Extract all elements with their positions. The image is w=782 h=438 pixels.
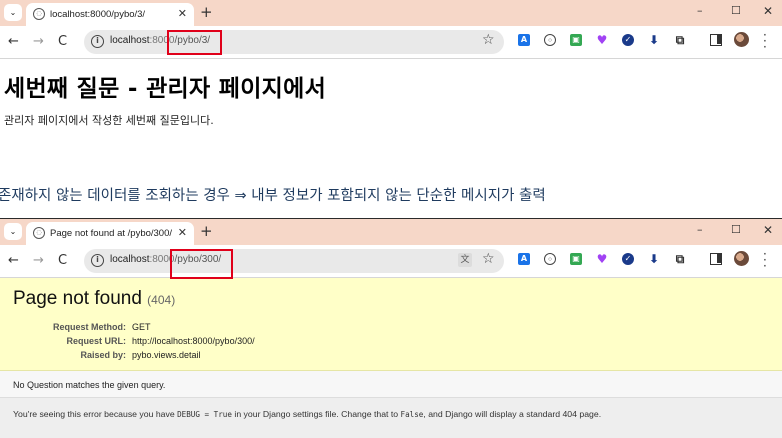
question-title: 세번째 질문 - 관리자 페이지에서 — [4, 76, 327, 102]
tab-search-chevron-icon[interactable]: ⌄ — [4, 4, 22, 21]
request-url-value: http://localhost:8000/pybo/300/ — [132, 336, 255, 346]
extension-download-icon[interactable]: ⬇ — [648, 34, 660, 46]
debug-explanation: You're seeing this error because you hav… — [0, 398, 782, 438]
url-host: localhost — [110, 35, 150, 46]
url-highlight-box — [170, 249, 233, 279]
tab-search-chevron-icon[interactable]: ⌄ — [4, 223, 22, 240]
extension-check-icon[interactable]: ✓ — [622, 34, 634, 46]
minimize-button[interactable]: – — [697, 223, 703, 236]
extension-green-icon[interactable]: ▣ — [570, 253, 582, 265]
tab-title: localhost:8000/pybo/3/ — [50, 9, 146, 20]
tab-strip: ⌄ ◌ localhost:8000/pybo/3/ ✕ + – ☐ ✕ — [0, 0, 782, 26]
question-body: 관리자 페이지에서 작성한 세번째 질문입니다. — [4, 114, 214, 127]
browser-toolbar: ← → C i localhost:8000/pybo/3/ ☆ A ◦ ▣ ♥… — [0, 26, 782, 58]
annotation-caption: 존재하지 않는 데이터를 조회하는 경우 ⇒ 내부 정보가 포함되지 않는 단순… — [0, 188, 546, 204]
maximize-button[interactable]: ☐ — [731, 4, 741, 17]
debug-explanation-text: You're seeing this error because you hav… — [13, 409, 601, 419]
extension-circle-icon[interactable]: ◦ — [544, 34, 556, 46]
tab-title: Page not found at /pybo/300/ — [50, 228, 173, 239]
extension-download-icon[interactable]: ⬇ — [648, 253, 660, 265]
tab-strip: ⌄ ◌ Page not found at /pybo/300/ ✕ + – ☐… — [0, 219, 782, 245]
error-summary-banner: Page not found (404) Request Method: GET… — [0, 278, 782, 371]
profile-avatar[interactable] — [734, 251, 749, 266]
explanation-part-1: You're seeing this error because you hav… — [13, 409, 178, 419]
translate-extension-icon[interactable]: A — [518, 253, 530, 265]
browser-window-2: ⌄ ◌ Page not found at /pybo/300/ ✕ + – ☐… — [0, 219, 782, 438]
url-highlight-box — [167, 30, 222, 55]
extension-circle-icon[interactable]: ◦ — [544, 253, 556, 265]
more-menu-icon[interactable]: · · · — [763, 29, 767, 53]
raised-by-value: pybo.views.detail — [132, 350, 201, 360]
close-tab-icon[interactable]: ✕ — [178, 7, 187, 20]
profile-avatar[interactable] — [734, 32, 749, 47]
forward-arrow-icon[interactable]: → — [33, 253, 44, 268]
request-url-label: Request URL: — [66, 336, 126, 346]
extension-heart-icon[interactable]: ♥ — [596, 34, 608, 46]
explanation-part-3: , and Django will display a standard 404… — [423, 409, 602, 419]
new-tab-button[interactable]: + — [200, 222, 213, 240]
extensions-puzzle-icon[interactable]: ⧉ — [674, 34, 686, 46]
forward-arrow-icon[interactable]: → — [33, 34, 44, 49]
error-title: Page not found (404) — [13, 288, 175, 310]
raised-by-label: Raised by: — [80, 350, 126, 360]
maximize-button[interactable]: ☐ — [731, 223, 741, 236]
side-panel-icon[interactable] — [710, 253, 722, 265]
page-content: 세번째 질문 - 관리자 페이지에서 관리자 페이지에서 작성한 세번째 질문입… — [0, 59, 782, 218]
explanation-part-2: in your Django settings file. Change tha… — [231, 409, 401, 419]
reload-icon[interactable]: C — [58, 34, 67, 49]
back-arrow-icon[interactable]: ← — [8, 253, 19, 268]
extension-green-icon[interactable]: ▣ — [570, 34, 582, 46]
bookmark-star-icon[interactable]: ☆ — [482, 251, 495, 267]
translate-extension-icon[interactable]: A — [518, 34, 530, 46]
error-message: No Question matches the given query. — [0, 371, 782, 398]
browser-tab[interactable]: ◌ Page not found at /pybo/300/ ✕ — [26, 222, 194, 245]
close-window-button[interactable]: ✕ — [763, 4, 773, 18]
debug-setting-code: DEBUG = True — [177, 410, 232, 419]
extension-heart-icon[interactable]: ♥ — [596, 253, 608, 265]
site-info-icon[interactable]: i — [91, 35, 104, 48]
browser-toolbar: ← → C i localhost:8000/pybo/300/ 文 ☆ A ◦… — [0, 245, 782, 277]
error-status-code: (404) — [147, 293, 176, 307]
extensions-puzzle-icon[interactable]: ⧉ — [674, 253, 686, 265]
error-title-text: Page not found — [13, 288, 142, 309]
close-window-button[interactable]: ✕ — [763, 223, 773, 237]
reload-icon[interactable]: C — [58, 253, 67, 268]
translate-page-icon[interactable]: 文 — [458, 253, 472, 267]
extension-check-icon[interactable]: ✓ — [622, 253, 634, 265]
browser-tab[interactable]: ◌ localhost:8000/pybo/3/ ✕ — [26, 3, 194, 26]
request-method-value: GET — [132, 322, 151, 332]
close-tab-icon[interactable]: ✕ — [178, 226, 187, 239]
minimize-button[interactable]: – — [697, 4, 703, 17]
error-message-text: No Question matches the given query. — [13, 380, 166, 390]
globe-icon: ◌ — [33, 8, 45, 20]
site-info-icon[interactable]: i — [91, 254, 104, 267]
more-menu-icon[interactable]: · · · — [763, 248, 767, 272]
side-panel-icon[interactable] — [710, 34, 722, 46]
new-tab-button[interactable]: + — [200, 3, 213, 21]
globe-icon: ◌ — [33, 227, 45, 239]
back-arrow-icon[interactable]: ← — [8, 34, 19, 49]
url-host: localhost — [110, 254, 150, 265]
bookmark-star-icon[interactable]: ☆ — [482, 32, 495, 48]
request-method-label: Request Method: — [53, 322, 126, 332]
address-bar[interactable]: i localhost:8000/pybo/3/ ☆ — [84, 30, 504, 54]
browser-window-1: ⌄ ◌ localhost:8000/pybo/3/ ✕ + – ☐ ✕ ← →… — [0, 0, 782, 218]
address-bar[interactable]: i localhost:8000/pybo/300/ 文 ☆ — [84, 249, 504, 273]
false-value-code: False — [400, 410, 424, 419]
